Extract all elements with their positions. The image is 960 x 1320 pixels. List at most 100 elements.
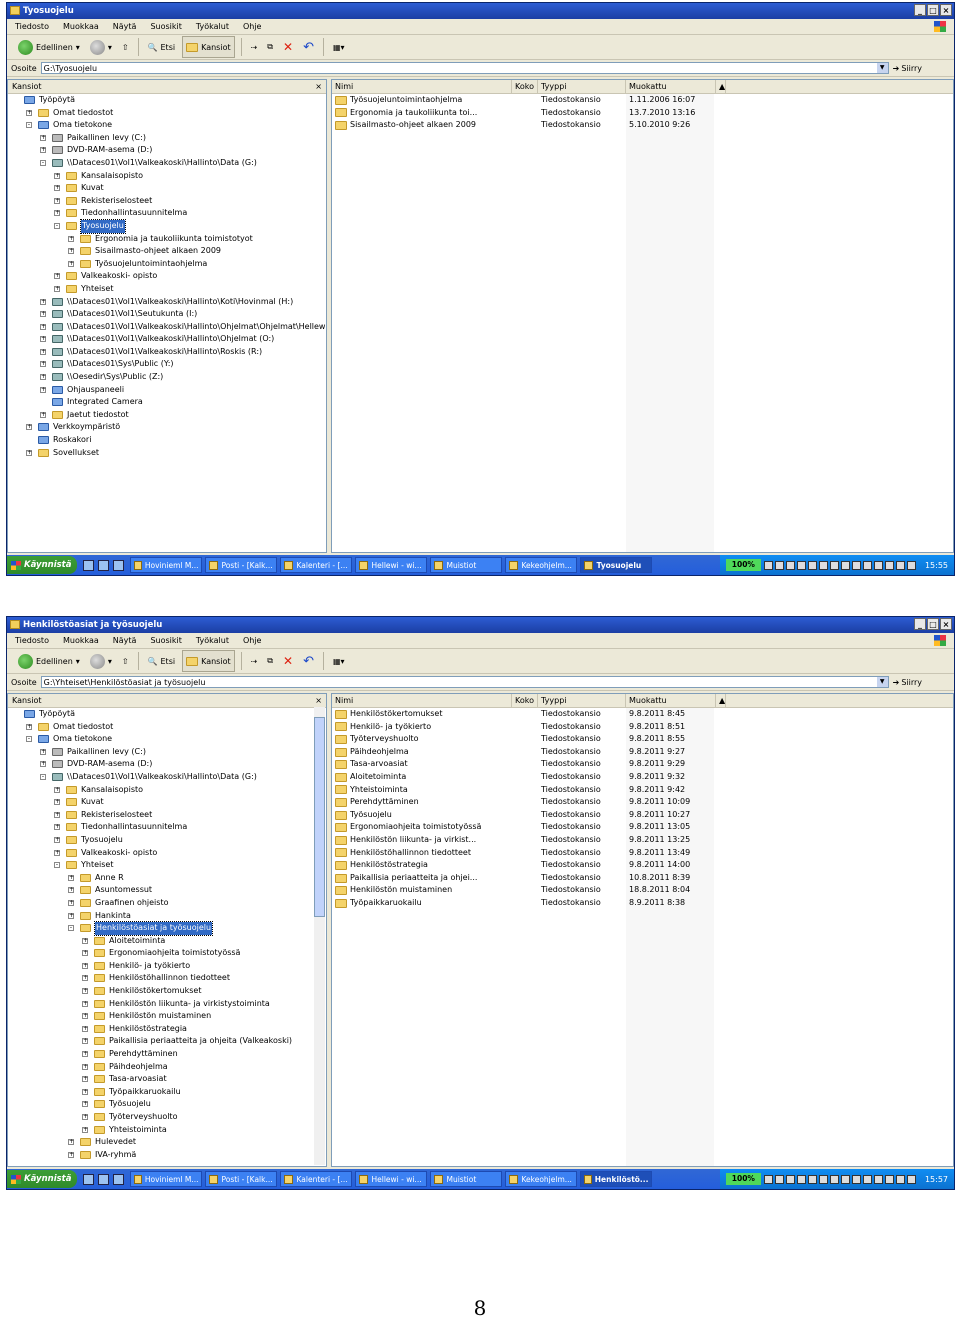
search-button[interactable]: 🔍 Etsi <box>145 37 179 57</box>
tree-node[interactable]: + Sovellukset <box>8 447 326 460</box>
column-header-0[interactable]: Nimi <box>332 694 512 707</box>
tray-icon[interactable] <box>895 560 905 570</box>
tray-icon[interactable] <box>862 1174 872 1184</box>
copy-to-icon[interactable]: ⧉ <box>264 651 276 671</box>
tree-node[interactable]: + Tiedonhallintasuunnitelma <box>8 821 326 834</box>
expand-icon[interactable]: + <box>82 1051 88 1058</box>
expand-icon[interactable]: + <box>54 836 60 843</box>
tree-node[interactable]: + \\Dataces01\Sys\Public (Y:) <box>8 358 326 371</box>
expand-icon[interactable]: + <box>82 975 88 982</box>
delete-icon[interactable]: ✕ <box>280 37 296 57</box>
tree-node[interactable]: + Ergonomiaohjeita toimistotyössä <box>8 947 326 960</box>
folders-button[interactable]: Kansiot <box>182 36 235 58</box>
column-header-1[interactable]: Koko <box>512 694 538 707</box>
expand-icon[interactable]: + <box>68 235 74 242</box>
file-row[interactable]: Sisailmasto-ohjeet alkaen 2009 Tiedostoka… <box>332 119 953 132</box>
file-row[interactable]: Henkilöstökertomukset Tiedostokansio 9.8.2… <box>332 708 953 721</box>
menu-item-3[interactable]: Suosikit <box>150 633 181 648</box>
menu-item-2[interactable]: Näytä <box>113 633 137 648</box>
task-button[interactable]: Hovinieml M... <box>130 557 203 573</box>
tray-icon[interactable] <box>895 1174 905 1184</box>
column-header-0[interactable]: Nimi <box>332 80 512 93</box>
tree-node[interactable]: + Jaetut tiedostot <box>8 409 326 422</box>
back-button[interactable]: Edellinen ▾ <box>15 651 83 671</box>
file-row[interactable]: Ergonomiaohjeita toimistotyössä Tiedostok… <box>332 821 953 834</box>
delete-icon[interactable]: ✕ <box>280 651 296 671</box>
expand-icon[interactable]: + <box>82 1025 88 1032</box>
expand-icon[interactable]: + <box>26 723 32 730</box>
file-row[interactable]: Perehdyttäminen Tiedostokansio 9.8.2011 10… <box>332 796 953 809</box>
tree-node[interactable]: + Henkilöstöstrategia <box>8 1023 326 1036</box>
expand-icon[interactable]: + <box>82 1063 88 1070</box>
task-button[interactable]: Posti - [Kalk... <box>205 1171 278 1187</box>
expand-icon[interactable]: + <box>40 298 46 305</box>
tree-node[interactable]: + Päihdeohjelma <box>8 1061 326 1074</box>
column-header-3[interactable]: Muokattu <box>626 80 716 93</box>
tree-node[interactable]: Integrated Camera <box>8 396 326 409</box>
tree-node[interactable]: + Hankinta <box>8 910 326 923</box>
address-input[interactable]: G:\Tyosuojelu ▼ <box>40 62 889 74</box>
tree-node[interactable]: + Paikallinen levy (C:) <box>8 132 326 145</box>
tree-node[interactable]: + Paikallisia periaatteita ja ohjeita (Va… <box>8 1035 326 1048</box>
expand-icon[interactable]: + <box>40 386 46 393</box>
collapse-icon[interactable]: - <box>54 862 60 869</box>
address-input[interactable]: G:\Yhteiset\Henkilöstöasiat ja työsuojel… <box>40 676 889 688</box>
tray-icon[interactable] <box>785 560 795 570</box>
undo-icon[interactable]: ↶ <box>300 37 317 57</box>
menu-item-5[interactable]: Ohje <box>243 19 262 34</box>
file-row[interactable]: Henkilöstöhallinnon tiedotteet Tiedostoka… <box>332 847 953 860</box>
menu-item-1[interactable]: Muokkaa <box>63 633 99 648</box>
tray-icon[interactable] <box>807 1174 817 1184</box>
tree-node[interactable]: + Yhteistoiminta <box>8 1124 326 1137</box>
zoom-indicator[interactable]: 100% <box>725 559 761 571</box>
copy-to-icon[interactable]: ⧉ <box>264 37 276 57</box>
task-button[interactable]: Kalenteri - [... <box>280 1171 353 1187</box>
expand-icon[interactable]: + <box>40 311 46 318</box>
expand-icon[interactable]: + <box>68 887 74 894</box>
close-button[interactable]: × <box>940 618 952 630</box>
tree-node[interactable]: + \\Dataces01\Vol1\Seutukunta (I:) <box>8 308 326 321</box>
tree-node[interactable]: + Tyosuojelu <box>8 834 326 847</box>
close-icon[interactable]: × <box>315 80 322 93</box>
tree-node[interactable]: + Graafinen ohjeisto <box>8 897 326 910</box>
menu-item-4[interactable]: Työkalut <box>196 633 229 648</box>
tree-node[interactable]: Työpöytä <box>8 708 326 721</box>
expand-icon[interactable]: + <box>40 361 46 368</box>
expand-icon[interactable]: + <box>26 109 32 116</box>
tray-icon[interactable] <box>873 560 883 570</box>
search-button[interactable]: 🔍 Etsi <box>145 651 179 671</box>
expand-icon[interactable]: + <box>82 1126 88 1133</box>
firefox-icon[interactable] <box>83 559 95 571</box>
expand-icon[interactable]: + <box>82 950 88 957</box>
forward-button[interactable]: ▾ <box>87 651 115 671</box>
tree-node[interactable]: + Omat tiedostot <box>8 721 326 734</box>
tree-node[interactable]: - Henkilöstöasiat ja työsuojelu <box>8 921 326 936</box>
tree-node[interactable]: + Yhteiset <box>8 283 326 296</box>
tray-icon[interactable] <box>774 560 784 570</box>
tree-node[interactable]: + \\Oesedir\Sys\Public (Z:) <box>8 371 326 384</box>
scrollbar-thumb[interactable] <box>314 717 325 917</box>
tree-node[interactable]: + Verkkoympäristö <box>8 421 326 434</box>
move-to-icon[interactable]: ⇢ <box>248 651 261 671</box>
chevron-down-icon[interactable]: ▼ <box>876 677 888 687</box>
expand-icon[interactable]: + <box>40 748 46 755</box>
tray-icon[interactable] <box>906 1174 916 1184</box>
tree-node[interactable]: + Sisailmasto-ohjeet alkaen 2009 <box>8 245 326 258</box>
tree-node[interactable]: + Henkilöstökertomukset <box>8 985 326 998</box>
file-row[interactable]: Henkilöstöstrategia Tiedostokansio 9.8.201… <box>332 859 953 872</box>
tray-icon[interactable] <box>884 560 894 570</box>
tree-node[interactable]: - Oma tietokone <box>8 733 326 746</box>
tray-icon[interactable] <box>873 1174 883 1184</box>
expand-icon[interactable]: + <box>54 811 60 818</box>
expand-icon[interactable]: + <box>82 1114 88 1120</box>
file-row[interactable]: Työpaikkaruokailu Tiedostokansio 8.9.2011 … <box>332 897 953 910</box>
start-button[interactable]: Käynnistä <box>7 1170 78 1188</box>
expand-icon[interactable]: + <box>40 761 46 768</box>
up-folder-button[interactable]: ⇧ <box>119 37 132 57</box>
forward-button[interactable]: ▾ <box>87 37 115 57</box>
zoom-indicator[interactable]: 100% <box>725 1173 761 1185</box>
task-button[interactable]: Henkilöstö... <box>580 1171 653 1187</box>
tray-icon[interactable] <box>774 1174 784 1184</box>
close-icon[interactable]: × <box>315 694 322 707</box>
expand-icon[interactable]: + <box>54 849 60 856</box>
